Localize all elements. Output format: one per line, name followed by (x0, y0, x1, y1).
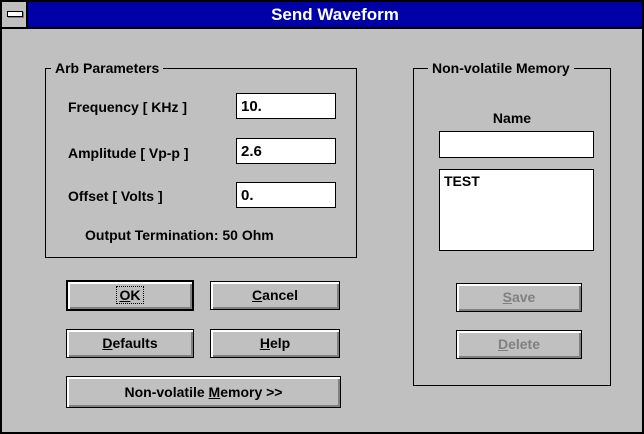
save-access-key: S (502, 289, 512, 305)
defaults-access-key: D (102, 335, 113, 351)
name-label: Name (492, 110, 532, 126)
non-volatile-memory-button[interactable]: Non-volatile Memory >> (66, 376, 341, 408)
save-button[interactable]: Save (456, 283, 582, 312)
title-bar: Send Waveform (2, 2, 642, 29)
ok-label: K (130, 287, 141, 303)
frequency-label: Frequency [ KHz ] (68, 99, 188, 115)
nvm-button-label-start: Non-volatile (124, 383, 209, 400)
window-title: Send Waveform (271, 5, 399, 24)
save-label: ave (511, 289, 536, 305)
non-volatile-memory-group: Non-volatile Memory Name TEST Save Delet… (413, 59, 611, 386)
amplitude-label: Amplitude [ Vp-p ] (68, 145, 189, 161)
defaults-button[interactable]: Defaults (66, 329, 194, 358)
help-button[interactable]: Help (210, 329, 340, 358)
cancel-access-key: C (252, 287, 263, 303)
delete-label: elete (508, 336, 541, 352)
name-input[interactable] (439, 131, 594, 158)
defaults-label: efaults (112, 335, 158, 351)
cancel-button[interactable]: Cancel (210, 281, 340, 310)
arb-parameters-group: Arb Parameters Frequency [ KHz ] Amplitu… (45, 59, 357, 258)
offset-input[interactable] (236, 182, 336, 208)
memory-listbox[interactable]: TEST (439, 169, 594, 251)
nvm-group-title: Non-volatile Memory (428, 59, 574, 77)
system-menu-button[interactable] (2, 2, 28, 27)
delete-access-key: D (497, 336, 509, 352)
ok-focus-ring: OK (116, 286, 144, 304)
nvm-access-key: M (208, 383, 221, 400)
offset-label: Offset [ Volts ] (68, 188, 163, 204)
output-termination-text: Output Termination: 50 Ohm (85, 227, 274, 243)
system-menu-icon (7, 11, 23, 17)
ok-button[interactable]: OK (66, 280, 194, 311)
frequency-input[interactable] (236, 93, 336, 119)
list-item[interactable]: TEST (440, 170, 593, 192)
ok-access-key: O (119, 287, 131, 303)
help-label: elp (269, 335, 291, 351)
nvm-button-label-end: emory >> (220, 383, 283, 400)
help-access-key: H (259, 335, 270, 351)
amplitude-input[interactable] (236, 138, 336, 164)
delete-button[interactable]: Delete (456, 330, 582, 359)
cancel-label: ancel (262, 287, 298, 303)
arb-parameters-title: Arb Parameters (51, 59, 164, 77)
send-waveform-dialog: Send Waveform Arb Parameters Frequency [… (0, 0, 644, 434)
